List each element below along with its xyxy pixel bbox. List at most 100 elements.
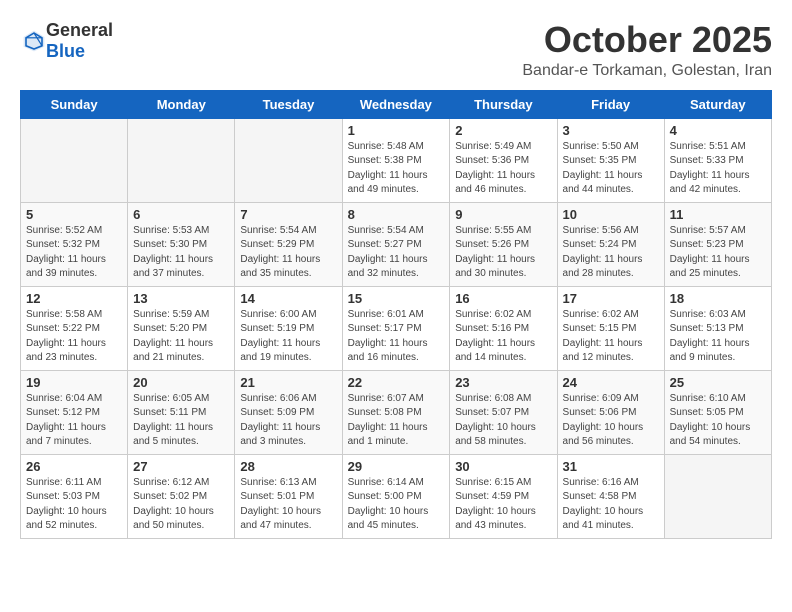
day-info: Sunrise: 6:01 AM Sunset: 5:17 PM Dayligh… [348, 308, 445, 366]
table-row: 23Sunrise: 6:08 AM Sunset: 5:07 PM Dayli… [450, 370, 557, 454]
table-row: 29 Sunrise: 6:14 AM Sunset: 5:00 PM Dayli… [342, 454, 450, 538]
day-number: 13 [133, 291, 229, 306]
day-info: Sunrise: 5:52 AM Sunset: 5:32 PM Dayligh… [26, 224, 122, 282]
day-number: 18 [670, 291, 766, 306]
table-row: 10Sunrise: 5:56 AM Sunset: 5:24 PM Dayli… [557, 202, 664, 286]
table-row: 15 Sunrise: 6:01 AM Sunset: 5:17 PM Dayli… [342, 286, 450, 370]
day-number: 16 [455, 291, 551, 306]
day-info: Sunrise: 6:04 AM Sunset: 5:12 PM Dayligh… [26, 392, 122, 450]
day-info: Sunrise: 6:08 AM Sunset: 5:07 PM Dayligh… [455, 392, 551, 450]
col-monday: Monday [128, 90, 235, 118]
day-info: Sunrise: 5:49 AM Sunset: 5:36 PM Dayligh… [455, 140, 551, 198]
day-info: Sunrise: 6:15 AM Sunset: 4:59 PM Dayligh… [455, 476, 551, 534]
table-row: 5 Sunrise: 5:52 AM Sunset: 5:32 PM Daylig… [21, 202, 128, 286]
day-number: 27 [133, 459, 229, 474]
table-row: 24Sunrise: 6:09 AM Sunset: 5:06 PM Dayli… [557, 370, 664, 454]
table-row: 18 Sunrise: 6:03 AM Sunset: 5:13 PM Dayli… [664, 286, 771, 370]
day-info: Sunrise: 5:58 AM Sunset: 5:22 PM Dayligh… [26, 308, 122, 366]
logo-name: General Blue [46, 20, 113, 62]
title-section: October 2025 Bandar-e Torkaman, Golestan… [522, 20, 772, 80]
day-info: Sunrise: 5:54 AM Sunset: 5:29 PM Dayligh… [240, 224, 336, 282]
day-number: 12 [26, 291, 122, 306]
day-info: Sunrise: 5:53 AM Sunset: 5:30 PM Dayligh… [133, 224, 229, 282]
table-row: 9 Sunrise: 5:55 AM Sunset: 5:26 PM Daylig… [450, 202, 557, 286]
col-sunday: Sunday [21, 90, 128, 118]
table-row: 31Sunrise: 6:16 AM Sunset: 4:58 PM Dayli… [557, 454, 664, 538]
day-number: 15 [348, 291, 445, 306]
table-row: 30 Sunrise: 6:15 AM Sunset: 4:59 PM Dayli… [450, 454, 557, 538]
day-info: Sunrise: 6:06 AM Sunset: 5:09 PM Dayligh… [240, 392, 336, 450]
day-number: 3 [563, 123, 659, 138]
calendar-table: Sunday Monday Tuesday Wednesday Thursday… [20, 90, 772, 539]
table-row: 25 Sunrise: 6:10 AM Sunset: 5:05 PM Dayli… [664, 370, 771, 454]
table-row: 7 Sunrise: 5:54 AM Sunset: 5:29 PM Daylig… [235, 202, 342, 286]
col-thursday: Thursday [450, 90, 557, 118]
day-info: Sunrise: 5:59 AM Sunset: 5:20 PM Dayligh… [133, 308, 229, 366]
day-number: 21 [240, 375, 336, 390]
table-row: 16 Sunrise: 6:02 AM Sunset: 5:16 PM Dayli… [450, 286, 557, 370]
day-number: 7 [240, 207, 336, 222]
day-number: 9 [455, 207, 551, 222]
day-info: Sunrise: 6:00 AM Sunset: 5:19 PM Dayligh… [240, 308, 336, 366]
calendar-week-row: 26 Sunrise: 6:11 AM Sunset: 5:03 PM Dayli… [21, 454, 772, 538]
col-tuesday: Tuesday [235, 90, 342, 118]
calendar-week-row: 5 Sunrise: 5:52 AM Sunset: 5:32 PM Daylig… [21, 202, 772, 286]
day-number: 30 [455, 459, 551, 474]
day-number: 2 [455, 123, 551, 138]
day-info: Sunrise: 6:13 AM Sunset: 5:01 PM Dayligh… [240, 476, 336, 534]
logo-icon [22, 29, 46, 53]
col-wednesday: Wednesday [342, 90, 450, 118]
day-number: 8 [348, 207, 445, 222]
day-number: 26 [26, 459, 122, 474]
table-row: 1Sunrise: 5:48 AM Sunset: 5:38 PM Daylig… [342, 118, 450, 202]
table-row: 27 Sunrise: 6:12 AM Sunset: 5:02 PM Dayli… [128, 454, 235, 538]
table-row: 3 Sunrise: 5:50 AM Sunset: 5:35 PM Daylig… [557, 118, 664, 202]
day-number: 5 [26, 207, 122, 222]
day-info: Sunrise: 6:14 AM Sunset: 5:00 PM Dayligh… [348, 476, 445, 534]
table-row: 14Sunrise: 6:00 AM Sunset: 5:19 PM Dayli… [235, 286, 342, 370]
calendar-week-row: 19 Sunrise: 6:04 AM Sunset: 5:12 PM Dayli… [21, 370, 772, 454]
day-info: Sunrise: 6:02 AM Sunset: 5:16 PM Dayligh… [455, 308, 551, 366]
table-row: 17Sunrise: 6:02 AM Sunset: 5:15 PM Dayli… [557, 286, 664, 370]
table-row: 4 Sunrise: 5:51 AM Sunset: 5:33 PM Daylig… [664, 118, 771, 202]
day-number: 11 [670, 207, 766, 222]
table-row: 2 Sunrise: 5:49 AM Sunset: 5:36 PM Daylig… [450, 118, 557, 202]
day-info: Sunrise: 5:51 AM Sunset: 5:33 PM Dayligh… [670, 140, 766, 198]
day-number: 22 [348, 375, 445, 390]
table-row: 19 Sunrise: 6:04 AM Sunset: 5:12 PM Dayli… [21, 370, 128, 454]
day-info: Sunrise: 5:54 AM Sunset: 5:27 PM Dayligh… [348, 224, 445, 282]
day-number: 24 [563, 375, 659, 390]
page-header: General Blue October 2025 Bandar-e Torka… [20, 20, 772, 80]
table-row: 13 Sunrise: 5:59 AM Sunset: 5:20 PM Dayli… [128, 286, 235, 370]
day-info: Sunrise: 5:57 AM Sunset: 5:23 PM Dayligh… [670, 224, 766, 282]
location-subtitle: Bandar-e Torkaman, Golestan, Iran [522, 62, 772, 80]
table-row: 8 Sunrise: 5:54 AM Sunset: 5:27 PM Daylig… [342, 202, 450, 286]
day-number: 25 [670, 375, 766, 390]
day-info: Sunrise: 6:12 AM Sunset: 5:02 PM Dayligh… [133, 476, 229, 534]
calendar-header-row: Sunday Monday Tuesday Wednesday Thursday… [21, 90, 772, 118]
table-row: 11 Sunrise: 5:57 AM Sunset: 5:23 PM Dayli… [664, 202, 771, 286]
day-number: 29 [348, 459, 445, 474]
day-number: 17 [563, 291, 659, 306]
table-row [235, 118, 342, 202]
day-info: Sunrise: 6:11 AM Sunset: 5:03 PM Dayligh… [26, 476, 122, 534]
table-row: 22 Sunrise: 6:07 AM Sunset: 5:08 PM Dayli… [342, 370, 450, 454]
day-info: Sunrise: 5:48 AM Sunset: 5:38 PM Dayligh… [348, 140, 445, 198]
table-row: 6Sunrise: 5:53 AM Sunset: 5:30 PM Daylig… [128, 202, 235, 286]
day-number: 28 [240, 459, 336, 474]
table-row: 28 Sunrise: 6:13 AM Sunset: 5:01 PM Dayli… [235, 454, 342, 538]
table-row: 21 Sunrise: 6:06 AM Sunset: 5:09 PM Dayli… [235, 370, 342, 454]
calendar-week-row: 1Sunrise: 5:48 AM Sunset: 5:38 PM Daylig… [21, 118, 772, 202]
month-title: October 2025 [522, 20, 772, 60]
day-number: 20 [133, 375, 229, 390]
day-info: Sunrise: 5:55 AM Sunset: 5:26 PM Dayligh… [455, 224, 551, 282]
day-info: Sunrise: 5:50 AM Sunset: 5:35 PM Dayligh… [563, 140, 659, 198]
col-friday: Friday [557, 90, 664, 118]
day-number: 31 [563, 459, 659, 474]
day-number: 19 [26, 375, 122, 390]
table-row [664, 454, 771, 538]
day-info: Sunrise: 6:07 AM Sunset: 5:08 PM Dayligh… [348, 392, 445, 450]
day-info: Sunrise: 6:10 AM Sunset: 5:05 PM Dayligh… [670, 392, 766, 450]
day-number: 4 [670, 123, 766, 138]
day-info: Sunrise: 6:03 AM Sunset: 5:13 PM Dayligh… [670, 308, 766, 366]
